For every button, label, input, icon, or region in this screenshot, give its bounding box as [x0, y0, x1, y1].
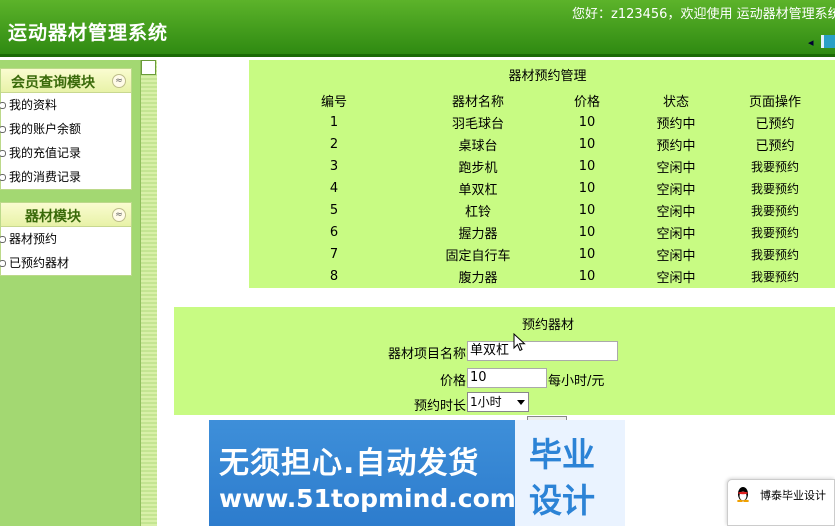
table-row: 8 腹力器 10 空闲中 我要预约: [249, 265, 835, 287]
ad-stamp: 毕业 设计: [515, 420, 625, 526]
mouse-cursor-icon: [513, 333, 526, 352]
reserve-link[interactable]: 我要预约: [715, 199, 835, 221]
app-title: 运动器材管理系统: [8, 22, 169, 44]
column-header: 编号: [320, 94, 347, 110]
duration-selected: 1小时: [470, 395, 502, 409]
table-row: 3 跑步机 10 空闲中 我要预约: [249, 155, 835, 177]
cell-status: 空闲中: [656, 226, 696, 242]
qq-chat-popup[interactable]: 博泰毕业设计: [727, 479, 835, 526]
cell-name: 固定自行车: [445, 248, 511, 264]
header-bar: 运动器材管理系统 您好：z123456，欢迎使用 运动器材管理系统 ◂: [0, 0, 835, 57]
chevron-down-icon: [517, 400, 525, 405]
cell-action: 已预约: [755, 116, 795, 132]
cell-status: 空闲中: [656, 248, 696, 264]
table-row: 5 杠铃 10 空闲中 我要预约: [249, 199, 835, 221]
panel-header[interactable]: 会员查询模块 ≈: [1, 69, 131, 93]
nav-box[interactable]: [821, 35, 835, 48]
watermark-ad: 无须担心.自动发货 www.51topmind.com 毕业 设计: [209, 420, 625, 526]
cell-name: 跑步机: [458, 160, 498, 176]
collapse-icon[interactable]: ≈: [112, 208, 126, 222]
column-header: 器材名称: [451, 94, 504, 110]
cell-status: 空闲中: [656, 204, 696, 220]
cell-name: 握力器: [458, 226, 498, 242]
sidebar-item-consumption-records[interactable]: 我的消费记录: [0, 165, 131, 189]
table-caption: 器材预约管理: [508, 69, 587, 84]
cell-price: 10: [578, 224, 596, 240]
cell-id: 5: [329, 202, 339, 218]
panel-title: 会员查询模块: [11, 75, 95, 91]
cell-status: 空闲中: [656, 270, 696, 286]
reserve-link[interactable]: 我要预约: [715, 221, 835, 243]
ad-line-1: 无须担心.自动发货: [219, 446, 480, 481]
cell-price: 10: [578, 202, 596, 218]
scroll-left-icon[interactable]: ◂: [808, 36, 814, 49]
price-label: 价格: [439, 374, 466, 389]
column-header: 价格: [573, 94, 600, 110]
cell-name: 杠铃: [464, 204, 491, 220]
cell-id: 7: [329, 246, 339, 262]
table-row: 4 单双杠 10 空闲中 我要预约: [249, 177, 835, 199]
penguin-icon: [737, 487, 749, 502]
table-header-row: 编号 器材名称 价格 状态 页面操作: [249, 89, 835, 111]
panel-header[interactable]: 器材模块 ≈: [1, 203, 131, 227]
sidebar-item-equipment-reserve[interactable]: 器材预约: [0, 227, 131, 251]
table-row: 1 羽毛球台 10 预约中 已预约: [249, 111, 835, 133]
cell-status: 预约中: [656, 116, 696, 132]
cell-id: 2: [329, 136, 339, 152]
stamp-top-text: 毕业: [529, 435, 595, 474]
cell-price: 10: [578, 158, 596, 174]
ad-line-2: www.51topmind.com: [219, 484, 516, 513]
equipment-table: 编号 器材名称 价格 状态 页面操作 1 羽毛球台 10 预约中 已预约 2 桌…: [249, 89, 835, 287]
duration-label: 预约时长: [413, 399, 466, 414]
cell-price: 10: [578, 180, 596, 196]
stamp-bottom-text: 设计: [529, 481, 595, 520]
cell-status: 预约中: [656, 138, 696, 154]
sidebar-splitter[interactable]: [140, 60, 157, 526]
column-header: 页面操作: [748, 94, 801, 110]
equipment-name-label: 器材项目名称: [387, 347, 466, 362]
cell-status: 空闲中: [656, 160, 696, 176]
panel-member-query: 会员查询模块 ≈ 我的资料 我的账户余额 我的充值记录 我的消费记录: [0, 68, 132, 190]
sidebar-item-account-balance[interactable]: 我的账户余额: [0, 117, 131, 141]
cell-name: 腹力器: [458, 270, 498, 286]
welcome-message: 您好：z123456，欢迎使用 运动器材管理系统: [572, 7, 835, 22]
table-row: 6 握力器 10 空闲中 我要预约: [249, 221, 835, 243]
cell-id: 6: [329, 224, 339, 240]
form-caption: 预约器材: [521, 318, 574, 333]
reserve-form-panel: 预约器材 器材项目名称 单双杠 价格 10 每小时/元 预约时长 1小时: [174, 307, 835, 415]
reserve-link[interactable]: 我要预约: [715, 155, 835, 177]
cell-id: 1: [329, 114, 339, 130]
panel-equipment: 器材模块 ≈ 器材预约 已预约器材: [0, 202, 132, 276]
price-input[interactable]: 10: [467, 368, 547, 388]
reserve-link[interactable]: 我要预约: [715, 265, 835, 287]
table-row: 2 桌球台 10 预约中 已预约: [249, 133, 835, 155]
price-unit: 每小时/元: [548, 374, 605, 389]
cell-status: 空闲中: [656, 182, 696, 198]
table-row: 7 固定自行车 10 空闲中 我要预约: [249, 243, 835, 265]
panel-title: 器材模块: [25, 209, 81, 225]
cell-name: 单双杠: [458, 182, 498, 198]
qq-popup-text: 博泰毕业设计: [760, 489, 826, 502]
equipment-table-panel: 器材预约管理 编号 器材名称 价格 状态 页面操作 1 羽毛球台 10 预约中 …: [249, 60, 835, 288]
cell-price: 10: [578, 268, 596, 284]
cell-id: 8: [329, 268, 339, 284]
collapse-icon[interactable]: ≈: [112, 74, 126, 88]
splitter-toggle[interactable]: [141, 60, 156, 75]
cell-name: 桌球台: [458, 138, 498, 154]
cell-price: 10: [578, 246, 596, 262]
cell-name: 羽毛球台: [451, 116, 504, 132]
sidebar-item-my-profile[interactable]: 我的资料: [0, 93, 131, 117]
cell-id: 4: [329, 180, 339, 196]
cell-price: 10: [578, 114, 596, 130]
duration-select[interactable]: 1小时: [467, 392, 529, 412]
cell-price: 10: [578, 136, 596, 152]
equipment-name-input[interactable]: 单双杠: [467, 341, 618, 361]
reserve-link[interactable]: 我要预约: [715, 177, 835, 199]
column-header: 状态: [662, 94, 689, 110]
sidebar-item-reserved-equipment[interactable]: 已预约器材: [0, 251, 131, 275]
reserve-link[interactable]: 我要预约: [715, 243, 835, 265]
sidebar-item-recharge-records[interactable]: 我的充值记录: [0, 141, 131, 165]
cell-action: 已预约: [755, 138, 795, 154]
cell-id: 3: [329, 158, 339, 174]
